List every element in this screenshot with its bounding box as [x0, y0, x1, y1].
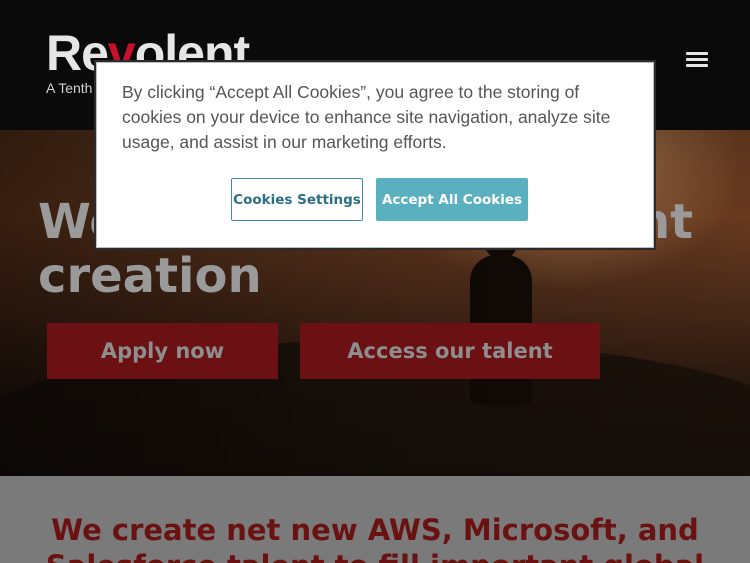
- accept-all-cookies-button[interactable]: Accept All Cookies: [376, 178, 528, 221]
- cookie-consent-message: By clicking “Accept All Cookies”, you ag…: [122, 82, 611, 152]
- cookies-settings-button[interactable]: Cookies Settings: [231, 178, 363, 221]
- cookie-consent-dialog: By clicking “Accept All Cookies”, you ag…: [94, 60, 656, 250]
